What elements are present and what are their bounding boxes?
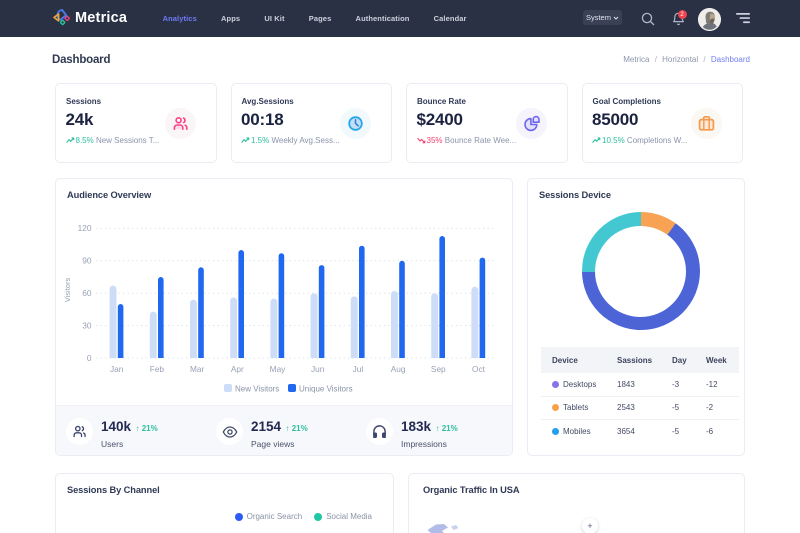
svg-text:Unique Visitors: Unique Visitors bbox=[299, 385, 353, 394]
svg-text:Jun: Jun bbox=[311, 364, 325, 374]
svg-text:Sep: Sep bbox=[431, 364, 446, 374]
svg-text:May: May bbox=[270, 364, 287, 374]
svg-text:Oct: Oct bbox=[472, 364, 486, 374]
svg-text:120: 120 bbox=[78, 223, 92, 233]
svg-text:Jan: Jan bbox=[110, 364, 124, 374]
svg-text:30: 30 bbox=[82, 320, 92, 330]
svg-text:Apr: Apr bbox=[231, 364, 244, 374]
svg-text:Jul: Jul bbox=[353, 364, 364, 374]
svg-text:90: 90 bbox=[82, 256, 92, 266]
svg-text:Visitors: Visitors bbox=[63, 278, 72, 303]
svg-text:Aug: Aug bbox=[391, 364, 406, 374]
svg-text:Mar: Mar bbox=[190, 364, 205, 374]
svg-text:New Visitors: New Visitors bbox=[235, 385, 279, 394]
svg-text:0: 0 bbox=[87, 353, 92, 363]
svg-text:Feb: Feb bbox=[150, 364, 165, 374]
svg-text:60: 60 bbox=[82, 288, 92, 298]
